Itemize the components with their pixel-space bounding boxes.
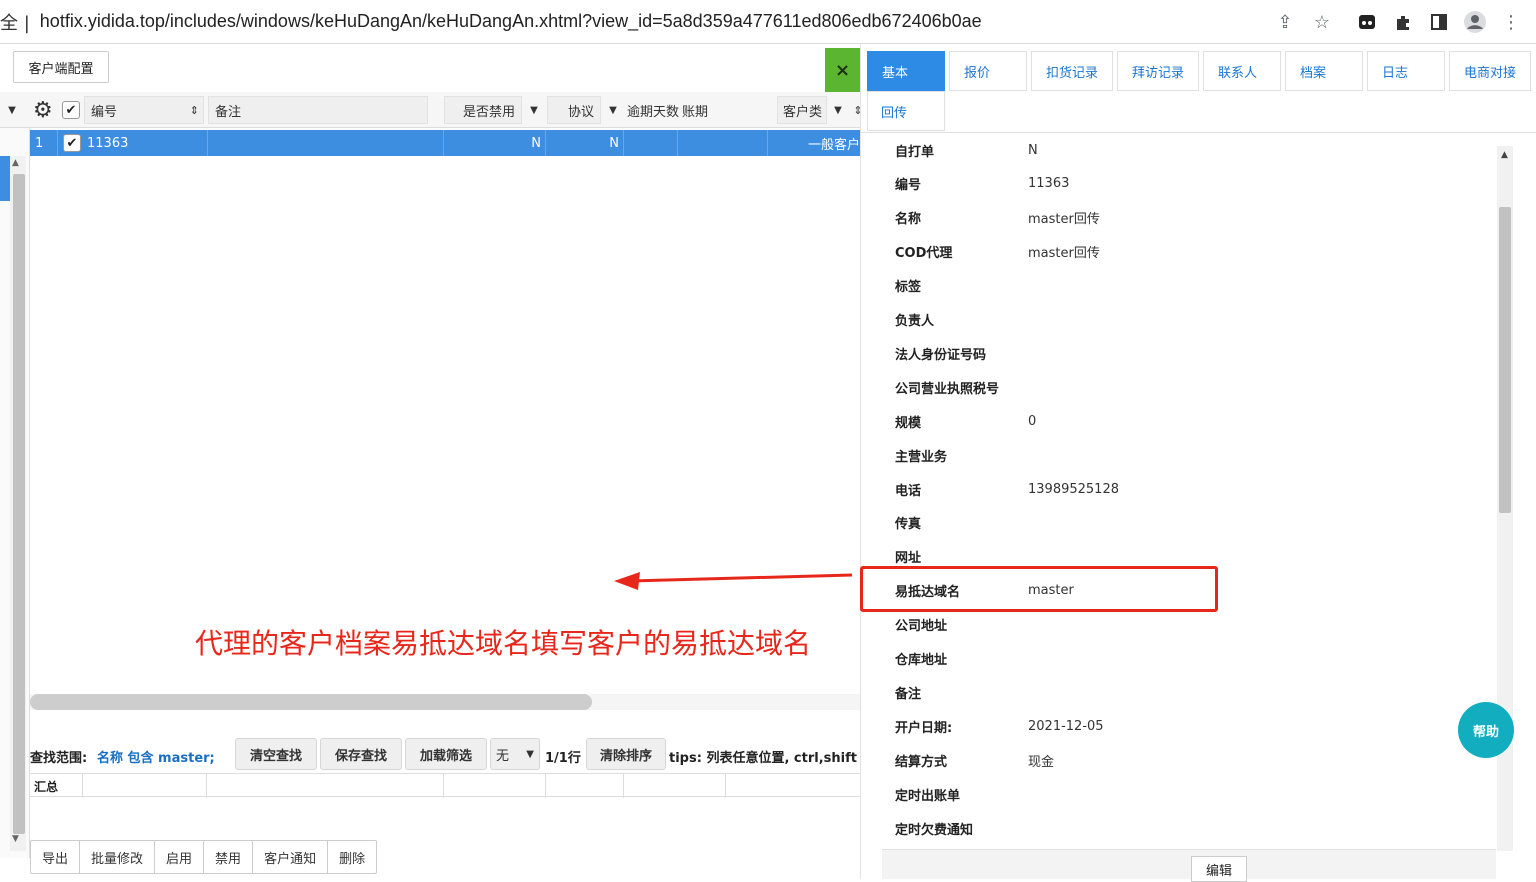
tab-archive[interactable]: 档案 (1285, 51, 1363, 91)
detail-field-label: 传真 (895, 517, 922, 533)
customer-detail-pane: 基本 报价 扣货记录 拜访记录 联系人 档案 日志 电商对接 回传 自打单 N 编号… (860, 44, 1536, 879)
detail-field-row: 传真 (883, 506, 1483, 540)
edit-button[interactable]: 编辑 (1191, 856, 1247, 882)
tab-withhold-records[interactable]: 扣货记录 (1031, 51, 1113, 91)
detail-field-value: 0 (1028, 413, 1037, 429)
detail-field-value: master回传 (1028, 212, 1100, 228)
detail-scroll-thumb[interactable] (1499, 207, 1511, 513)
tab-visit-records[interactable]: 拜访记录 (1117, 51, 1199, 91)
detail-field-label: 开户日期: (895, 720, 953, 736)
detail-field-label: 编号 (895, 178, 922, 194)
detail-field-row: 主营业务 (883, 438, 1483, 472)
detail-field-label: 结算方式 (895, 754, 948, 770)
annotation-text: 代理的客户档案易抵达域名填写客户的易抵达域名 (195, 627, 812, 660)
detail-field-label: 名称 (895, 212, 922, 228)
detail-field-label: 自打单 (895, 144, 935, 160)
detail-field-label: 规模 (895, 415, 922, 431)
detail-field-row: 备注 (883, 675, 1483, 709)
detail-field-label: 仓库地址 (895, 653, 948, 668)
detail-field-label: COD代理 (895, 246, 953, 262)
detail-field-row: 仓库地址 (883, 642, 1483, 676)
detail-field-label: 电话 (895, 483, 922, 499)
detail-field-row: 负责人 (883, 303, 1483, 337)
detail-field-label: 网址 (895, 551, 922, 567)
tab-quote[interactable]: 报价 (949, 51, 1027, 91)
tab-divider (861, 132, 1536, 133)
detail-field-value: 现金 (1028, 754, 1055, 770)
detail-field-row: 定时欠费通知 (883, 811, 1483, 845)
detail-field-row: 名称 master回传 (883, 201, 1483, 235)
tab-basic[interactable]: 基本 (867, 51, 945, 91)
detail-field-label: 公司地址 (895, 619, 948, 635)
tab-callback[interactable]: 回传 (867, 91, 945, 131)
detail-field-row: 规模 0 (883, 404, 1483, 438)
tab-log[interactable]: 日志 (1367, 51, 1445, 91)
detail-field-row: 结算方式 现金 (883, 743, 1483, 777)
detail-field-row: 公司地址 (883, 608, 1483, 642)
detail-field-row: 定时出账单 (883, 777, 1483, 811)
detail-field-value: 13989525128 (1028, 481, 1119, 497)
detail-field-value: master回传 (1028, 246, 1100, 262)
tab-contacts[interactable]: 联系人 (1203, 51, 1281, 91)
detail-field-row: 法人身份证号码 (883, 336, 1483, 370)
detail-field-value: N (1028, 142, 1038, 158)
detail-field-row: 开户日期: 2021-12-05 (883, 709, 1483, 743)
detail-field-label: 备注 (895, 686, 922, 702)
tab-ecommerce[interactable]: 电商对接 (1449, 51, 1531, 91)
detail-field-label: 主营业务 (895, 449, 948, 465)
detail-field-value: 2021-12-05 (1028, 718, 1104, 734)
detail-field-label: 定时出账单 (895, 788, 961, 804)
detail-fields: 自打单 N 编号 11363 名称 master回传 COD代理 master回传标签负责人法… (883, 139, 1483, 859)
detail-field-row: 公司营业执照税号 (883, 370, 1483, 404)
edit-bar (882, 849, 1496, 879)
help-button[interactable]: 帮助 (1458, 702, 1514, 758)
detail-field-label: 公司营业执照税号 (895, 381, 1000, 397)
detail-field-label: 负责人 (895, 314, 935, 329)
detail-field-value: 11363 (1028, 176, 1070, 192)
detail-field-row: COD代理 master回传 (883, 235, 1483, 269)
scroll-up-icon[interactable]: ▲ (1501, 150, 1508, 160)
detail-field-label: 定时欠费通知 (895, 822, 974, 838)
detail-field-row: 标签 (883, 269, 1483, 303)
detail-field-label: 标签 (895, 280, 922, 296)
detail-field-row: 自打单 N (883, 139, 1483, 167)
detail-field-row: 电话 13989525128 (883, 472, 1483, 506)
detail-field-row: 编号 11363 (883, 167, 1483, 201)
highlight-box (860, 566, 1218, 612)
detail-field-label: 法人身份证号码 (895, 347, 987, 363)
